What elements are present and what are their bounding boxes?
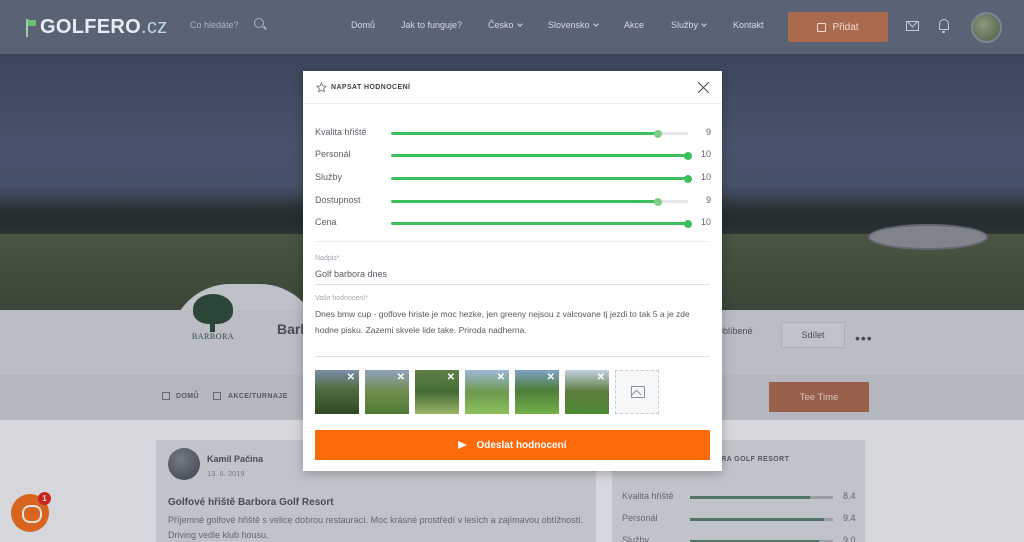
rating-slider-fill [391, 222, 688, 225]
golf-flag-icon [24, 18, 38, 37]
rating-slider[interactable] [391, 219, 692, 228]
rating-value: 10 [700, 149, 711, 159]
rating-value: 10 [700, 217, 711, 227]
photo-thumbnail[interactable]: ✕ [365, 370, 409, 414]
remove-photo-icon[interactable]: ✕ [447, 373, 455, 383]
add-button[interactable]: Přidat [788, 12, 888, 42]
rating-slider-fill [391, 200, 659, 203]
search-icon[interactable] [254, 18, 264, 28]
bell-icon[interactable] [939, 19, 949, 33]
nav-link-slovakia-label: Slovensko [548, 20, 590, 30]
chevron-down-icon [516, 21, 523, 27]
rating-slider[interactable] [391, 129, 688, 138]
rating-slider-handle[interactable] [654, 197, 663, 206]
send-icon [458, 441, 468, 449]
rating-slider[interactable] [391, 151, 692, 160]
photo-thumbnail[interactable]: ✕ [515, 370, 559, 414]
close-icon[interactable] [697, 81, 710, 94]
image-icon [631, 386, 645, 398]
edit-icon [817, 22, 827, 32]
modal-header: NAPSAT HODNOCENÍ [303, 71, 722, 104]
remove-photo-icon[interactable]: ✕ [497, 373, 505, 383]
add-photo-button[interactable] [615, 370, 659, 414]
title-field-label: Nadpis* [315, 255, 340, 262]
star-icon [316, 82, 327, 93]
review-textarea[interactable]: Dnes bmw cup - golfove hriste je moc hez… [315, 307, 700, 338]
remove-photo-icon[interactable]: ✕ [397, 373, 405, 383]
write-review-modal: NAPSAT HODNOCENÍ Kvalita hřiště 9 Personál… [303, 71, 722, 471]
divider [315, 241, 710, 242]
submit-review-button[interactable]: Odeslat hodnocení [315, 430, 710, 460]
nav-link-services-label: Služby [671, 20, 699, 30]
add-button-label: Přidat [832, 21, 859, 33]
chevron-down-icon [701, 21, 707, 27]
rating-slider-handle[interactable] [684, 174, 692, 183]
rating-slider[interactable] [391, 197, 688, 206]
rating-label: Dostupnost [315, 195, 361, 205]
user-avatar[interactable] [971, 12, 1002, 43]
rating-label: Kvalita hřiště [315, 127, 367, 137]
photo-thumbnail[interactable]: ✕ [415, 370, 459, 414]
rating-label: Služby [315, 172, 343, 182]
top-navbar: GOLFERO .cz Co hledáte? Domů Jak to fungu… [0, 0, 1024, 54]
golfero-logo[interactable]: GOLFERO .cz [24, 16, 167, 39]
rating-slider-handle[interactable] [654, 129, 663, 138]
remove-photo-icon[interactable]: ✕ [347, 373, 355, 383]
rating-slider-fill [391, 132, 659, 135]
modal-title: NAPSAT HODNOCENÍ [331, 84, 411, 91]
submit-review-label: Odeslat hodnocení [476, 439, 567, 451]
nav-link-services[interactable]: Služby [671, 20, 707, 30]
rating-value: 9 [705, 195, 711, 205]
review-field-label: Vaše hodnocení* [315, 295, 368, 302]
title-field[interactable]: Golf barbora dnes [315, 269, 387, 279]
rating-slider-fill [391, 154, 688, 157]
rating-label: Cena [315, 217, 337, 227]
nav-link-contact[interactable]: Kontakt [733, 20, 764, 30]
search-input[interactable]: Co hledáte? [190, 20, 239, 30]
photo-thumbnail[interactable]: ✕ [465, 370, 509, 414]
rating-slider-handle[interactable] [684, 219, 692, 228]
logo-tld: .cz [141, 16, 168, 38]
rating-value: 9 [705, 127, 711, 137]
nav-link-slovakia[interactable]: Slovensko [548, 20, 599, 30]
logo-text: GOLFERO [40, 16, 141, 38]
photo-thumbnail[interactable]: ✕ [565, 370, 609, 414]
rating-label: Personál [315, 149, 351, 159]
rating-slider-handle[interactable] [684, 151, 692, 160]
nav-link-how-it-works[interactable]: Jak to funguje? [401, 20, 462, 30]
nav-link-home[interactable]: Domů [351, 20, 375, 30]
photo-thumbnail[interactable]: ✕ [315, 370, 359, 414]
chevron-down-icon [592, 21, 599, 27]
nav-link-events[interactable]: Akce [624, 20, 644, 30]
mail-icon[interactable] [906, 21, 919, 31]
remove-photo-icon[interactable]: ✕ [547, 373, 555, 383]
rating-slider[interactable] [391, 174, 692, 183]
nav-link-czech[interactable]: Česko [488, 20, 523, 30]
nav-link-czech-label: Česko [488, 20, 514, 30]
rating-slider-fill [391, 177, 688, 180]
rating-value: 10 [700, 172, 711, 182]
title-field-underline [315, 284, 710, 285]
remove-photo-icon[interactable]: ✕ [597, 373, 605, 383]
review-field-underline [315, 356, 710, 357]
